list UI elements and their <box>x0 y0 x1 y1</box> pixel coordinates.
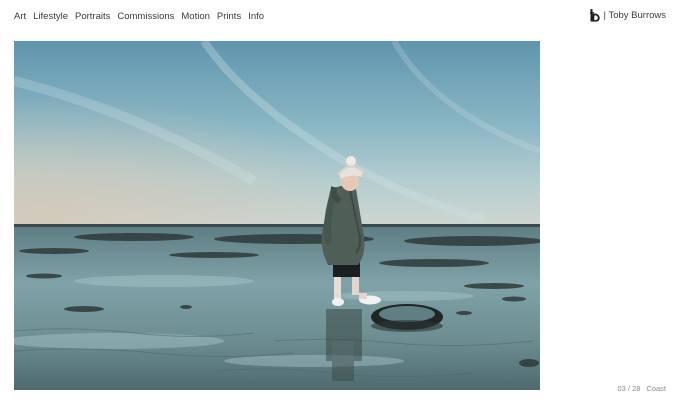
nav-item-commissions[interactable]: Commissions <box>117 11 174 23</box>
brand-name: | Toby Burrows <box>603 9 666 21</box>
nav-item-portraits[interactable]: Portraits <box>75 11 110 23</box>
gallery-title[interactable]: Coast <box>646 384 666 394</box>
gallery-photo[interactable] <box>14 41 540 390</box>
nav-item-art[interactable]: Art <box>14 11 26 23</box>
nav-item-motion[interactable]: Motion <box>181 11 210 23</box>
brand-home-link[interactable]: | Toby Burrows <box>589 9 666 22</box>
nav-item-lifestyle[interactable]: Lifestyle <box>33 11 68 23</box>
main-nav: Art Lifestyle Portraits Commissions Moti… <box>14 11 264 23</box>
gallery-caption: 03 / 28 Coast <box>617 384 666 394</box>
tb-monogram-icon <box>589 9 600 22</box>
image-counter: 03 / 28 <box>617 384 641 393</box>
nav-item-prints[interactable]: Prints <box>217 11 241 23</box>
coast-photo <box>14 41 540 390</box>
nav-item-info[interactable]: Info <box>248 11 264 23</box>
